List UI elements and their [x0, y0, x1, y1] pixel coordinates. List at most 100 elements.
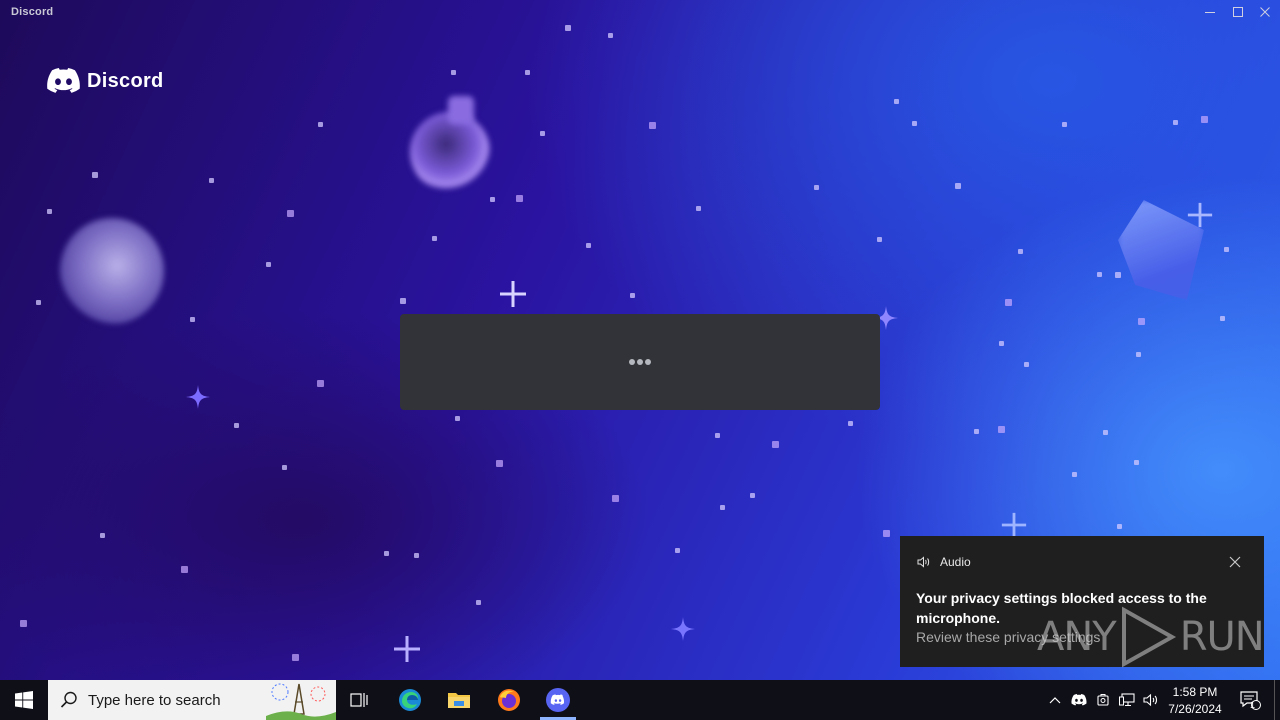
edge-taskbar-button[interactable]: [386, 680, 434, 720]
search-input[interactable]: Type here to search: [48, 680, 336, 720]
star-decoration: [999, 341, 1004, 346]
potion-neck-decoration: [448, 96, 474, 124]
star-decoration: [400, 298, 406, 304]
star-decoration: [1117, 524, 1122, 529]
star-decoration: [883, 530, 890, 537]
maximize-icon[interactable]: [1224, 0, 1252, 24]
star-decoration: [476, 600, 481, 605]
potion-decoration: [410, 112, 490, 192]
star-decoration: [292, 654, 299, 661]
chevron-up-icon: [1049, 697, 1061, 704]
star-decoration: [675, 548, 680, 553]
star-decoration: [955, 183, 961, 189]
firefox-taskbar-button[interactable]: [485, 680, 533, 720]
star-decoration: [1134, 460, 1139, 465]
star-decoration: [586, 243, 591, 248]
star-decoration: [750, 493, 755, 498]
clock[interactable]: 1:58 PM 7/26/2024: [1162, 684, 1228, 718]
star-decoration: [720, 505, 725, 510]
star-decoration: [36, 300, 41, 305]
action-center-button[interactable]: 1: [1232, 680, 1268, 720]
meet-now-icon: [1097, 694, 1109, 706]
notification-header: Audio: [917, 555, 971, 569]
file-explorer-icon: [448, 693, 470, 708]
sparkle-decoration: [671, 617, 695, 641]
star-decoration: [848, 421, 853, 426]
sparkle-decoration: [394, 636, 420, 662]
star-decoration: [496, 460, 503, 467]
star-decoration: [1062, 122, 1067, 127]
discord-tray-button[interactable]: [1068, 680, 1090, 720]
star-decoration: [565, 25, 571, 31]
discord-taskbar-button[interactable]: [534, 680, 582, 720]
star-decoration: [696, 206, 701, 211]
discord-logo: Discord: [47, 68, 164, 94]
star-decoration: [1018, 249, 1023, 254]
star-decoration: [181, 566, 188, 573]
volume-icon: [1143, 693, 1158, 707]
star-decoration: [649, 122, 656, 129]
notification-app-name: Audio: [940, 555, 971, 569]
star-decoration: [432, 236, 437, 241]
search-icon: [60, 691, 77, 708]
sparkle-decoration: [500, 281, 526, 307]
star-decoration: [894, 99, 899, 104]
star-decoration: [1136, 352, 1141, 357]
speaker-icon: [917, 556, 930, 568]
windows-logo-icon: [15, 691, 33, 709]
star-decoration: [318, 122, 323, 127]
sparkle-decoration: [1001, 512, 1027, 538]
close-icon[interactable]: [1228, 555, 1242, 569]
star-decoration: [814, 185, 819, 190]
star-decoration: [490, 197, 495, 202]
watermark-text-any: ANY: [1037, 614, 1117, 660]
star-decoration: [20, 620, 27, 627]
show-desktop-button[interactable]: [1274, 680, 1280, 720]
star-decoration: [47, 209, 52, 214]
start-button[interactable]: [0, 680, 48, 720]
star-decoration: [287, 210, 294, 217]
discord-wordmark: Discord: [87, 69, 164, 92]
star-decoration: [772, 441, 779, 448]
anyrun-watermark: ANY RUN: [1037, 606, 1265, 668]
star-decoration: [1220, 316, 1225, 321]
star-decoration: [1115, 272, 1121, 278]
window-title: Discord: [11, 6, 54, 18]
watermark-text-run: RUN: [1179, 614, 1265, 660]
star-decoration: [266, 262, 271, 267]
star-decoration: [384, 551, 389, 556]
star-decoration: [715, 433, 720, 438]
star-decoration: [1097, 272, 1102, 277]
file-explorer-taskbar-button[interactable]: [435, 680, 483, 720]
close-icon[interactable]: [1251, 0, 1279, 24]
star-decoration: [608, 33, 613, 38]
clock-date: 7/26/2024: [1168, 702, 1222, 716]
meet-now-button[interactable]: [1093, 680, 1113, 720]
audio-notification[interactable]: Audio Your privacy settings blocked acce…: [900, 536, 1265, 668]
star-decoration: [1201, 116, 1208, 123]
sparkle-decoration: [186, 385, 210, 409]
star-decoration: [540, 131, 545, 136]
star-decoration: [1072, 472, 1077, 477]
star-decoration: [1173, 120, 1178, 125]
volume-button[interactable]: [1140, 680, 1162, 720]
discord-tray-icon: [1071, 694, 1087, 706]
star-decoration: [877, 237, 882, 242]
star-decoration: [92, 172, 98, 178]
star-decoration: [630, 293, 635, 298]
play-triangle-icon: [1121, 606, 1176, 668]
star-decoration: [1005, 299, 1012, 306]
star-decoration: [612, 495, 619, 502]
star-decoration: [455, 416, 460, 421]
star-decoration: [317, 380, 324, 387]
eiffel-tower-search-highlight-icon: [266, 680, 336, 720]
orb-decoration: [60, 218, 164, 324]
star-decoration: [1224, 247, 1229, 252]
minimize-icon[interactable]: [1196, 0, 1224, 24]
show-hidden-icons-button[interactable]: [1045, 680, 1065, 720]
network-button[interactable]: [1116, 680, 1138, 720]
task-view-button[interactable]: [336, 680, 384, 720]
star-decoration: [1103, 430, 1108, 435]
edge-icon: [399, 689, 421, 711]
search-placeholder: Type here to search: [88, 691, 221, 709]
